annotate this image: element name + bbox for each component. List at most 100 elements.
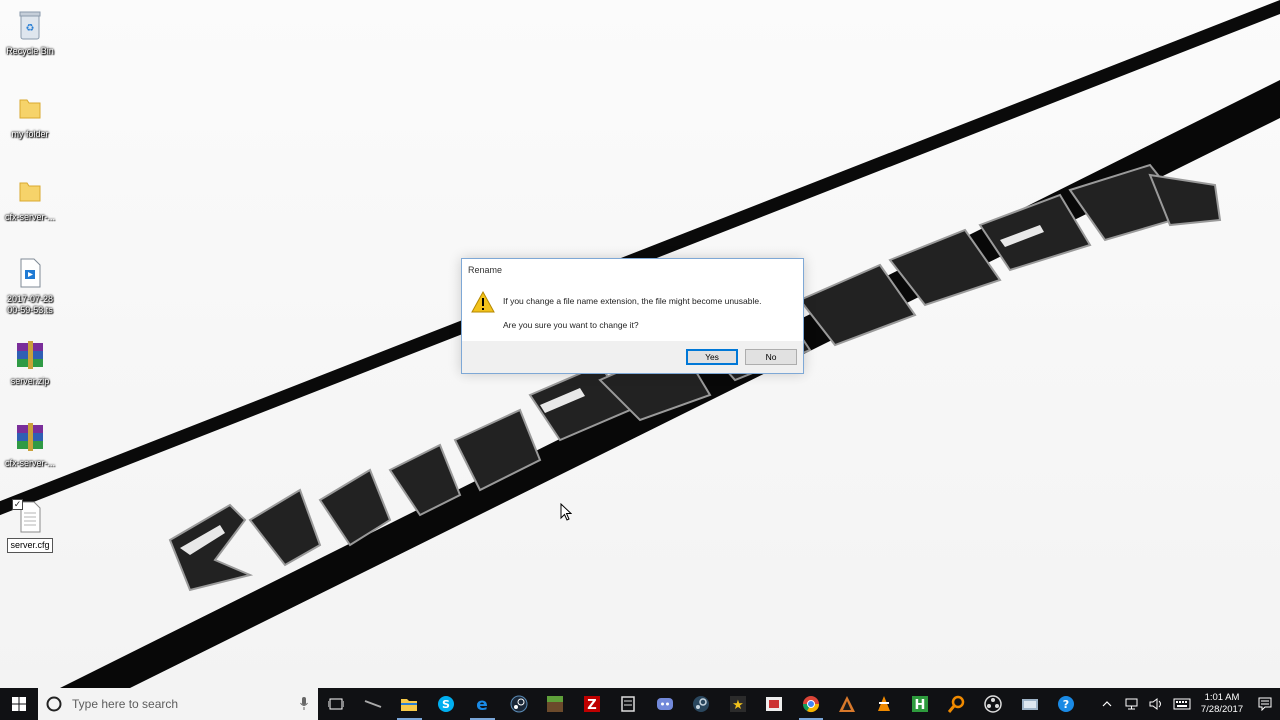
taskbar-app-window[interactable] xyxy=(610,688,647,720)
desktop-icon-video-file[interactable]: 2017-07-28 00-59-53.ts xyxy=(2,256,58,316)
taskbar-app-discord[interactable] xyxy=(647,688,684,720)
winrar-archive-icon xyxy=(14,338,46,372)
selection-checkbox[interactable]: ✓ xyxy=(12,499,23,510)
taskbar-app-file-explorer[interactable] xyxy=(391,688,428,720)
taskbar-app-steam-client[interactable] xyxy=(501,688,538,720)
help-icon: ? xyxy=(1058,696,1075,712)
folder-icon xyxy=(14,174,46,208)
taskbar-app-minecraft[interactable] xyxy=(537,688,574,720)
ascension-icon xyxy=(839,696,856,712)
network-icon xyxy=(1125,698,1137,710)
skype-icon: S xyxy=(437,696,454,712)
taskbar-app-edge[interactable]: e xyxy=(464,688,501,720)
cortana-icon xyxy=(46,696,62,712)
desktop-icon-label: my folder xyxy=(11,129,49,139)
dialog-footer: Yes No xyxy=(462,341,803,373)
microphone-icon[interactable] xyxy=(300,697,308,711)
filezilla-icon: Z xyxy=(583,696,600,713)
dialog-message: If you change a file name extension, the… xyxy=(503,296,762,306)
taskbar-app-vlc[interactable] xyxy=(866,688,903,720)
network-tray-button[interactable] xyxy=(1119,688,1144,720)
taskbar-app-filezilla[interactable]: Z xyxy=(574,688,611,720)
chrome-icon xyxy=(802,696,819,713)
svg-text:S: S xyxy=(442,698,450,711)
taskbar-app-help[interactable]: ? xyxy=(1048,688,1085,720)
chevron-up-icon xyxy=(1102,701,1111,707)
dialog-title: Rename xyxy=(468,265,503,275)
taskbar-app-network-folder[interactable] xyxy=(1012,688,1049,720)
steam-client-icon xyxy=(510,695,528,713)
svg-text:Z: Z xyxy=(587,698,596,713)
desktop-icon-label: cfx-server-... xyxy=(4,458,55,468)
start-button[interactable] xyxy=(0,688,38,720)
rename-dialog: Rename If you change a file name extensi… xyxy=(461,258,804,374)
notification-icon xyxy=(1258,697,1272,711)
app-window-icon xyxy=(621,696,635,712)
mouse-cursor-icon xyxy=(560,502,573,526)
warning-icon xyxy=(471,290,495,314)
windows-logo-icon xyxy=(12,697,26,711)
desktop-icon-label[interactable]: server.cfg xyxy=(7,538,53,553)
taskbar-search-box[interactable]: Type here to search xyxy=(38,688,318,720)
desktop-icon-server-zip[interactable]: server.zip xyxy=(2,338,58,387)
desktop-icon-server-cfg[interactable]: ✓ server.cfg xyxy=(2,499,58,553)
keyboard-icon xyxy=(1173,698,1190,710)
star-app-icon: ★ xyxy=(729,696,746,713)
game-app-icon xyxy=(766,697,783,711)
taskbar-app-search[interactable] xyxy=(939,688,976,720)
desktop-icon-cfx-server-folder[interactable]: cfx-server-... xyxy=(2,174,58,223)
vlc-icon xyxy=(877,696,890,711)
clock-time: 1:01 AM xyxy=(1204,692,1240,703)
desktop-icon-cfx-server-archive[interactable]: cfx-server-... xyxy=(2,420,58,469)
speaker-icon xyxy=(1149,698,1161,710)
taskbar-app-pen[interactable] xyxy=(355,688,392,720)
clock-date: 7/28/2017 xyxy=(1200,704,1244,715)
desktop-icon-label: Recycle Bin xyxy=(6,46,54,56)
system-tray: 1:01 AM 7/28/2017 xyxy=(1094,688,1280,720)
taskbar-app-game[interactable] xyxy=(756,688,793,720)
taskbar-clock[interactable]: 1:01 AM 7/28/2017 xyxy=(1194,692,1250,716)
taskbar-app-steam[interactable] xyxy=(683,688,720,720)
dialog-question: Are you sure you want to change it? xyxy=(503,320,639,330)
svg-text:?: ? xyxy=(1063,698,1069,711)
steam-icon xyxy=(693,696,710,712)
desktop-icon-label: server.zip xyxy=(10,376,50,386)
taskbar-app-obs[interactable] xyxy=(975,688,1012,720)
desktop-icon-recycle-bin[interactable]: ♻ Recycle Bin xyxy=(2,8,58,57)
taskbar-app-hamachi[interactable]: H xyxy=(902,688,939,720)
taskbar-app-chrome[interactable] xyxy=(793,688,830,720)
svg-text:★: ★ xyxy=(732,698,744,713)
action-center-button[interactable] xyxy=(1250,688,1280,720)
taskbar-app-ascension[interactable] xyxy=(829,688,866,720)
keyboard-tray-button[interactable] xyxy=(1169,688,1194,720)
video-file-icon xyxy=(14,256,46,290)
taskbar: Type here to search S e Z ★ H ? 1:01 AM … xyxy=(0,688,1280,720)
minecraft-icon xyxy=(547,696,564,712)
svg-text:♻: ♻ xyxy=(26,23,35,34)
taskbar-app-star[interactable]: ★ xyxy=(720,688,757,720)
svg-text:H: H xyxy=(915,698,926,713)
task-view-button[interactable] xyxy=(318,688,355,720)
show-hidden-icons-button[interactable] xyxy=(1094,688,1119,720)
obs-icon xyxy=(984,695,1002,713)
desktop-icon-label: 2017-07-28 00-59-53.ts xyxy=(6,294,54,315)
desktop-icon-label: cfx-server-... xyxy=(4,212,55,222)
yes-button[interactable]: Yes xyxy=(686,349,738,365)
magnifier-app-icon xyxy=(947,695,964,713)
hamachi-icon: H xyxy=(912,696,929,713)
svg-text:e: e xyxy=(476,695,488,713)
volume-tray-button[interactable] xyxy=(1144,688,1169,720)
taskbar-app-skype[interactable]: S xyxy=(428,688,465,720)
network-folder-icon xyxy=(1021,699,1038,710)
task-view-icon xyxy=(328,698,345,710)
recycle-bin-icon: ♻ xyxy=(14,8,46,42)
desktop-icon-my-folder[interactable]: my folder xyxy=(2,91,58,140)
pen-icon xyxy=(364,700,382,708)
edge-icon: e xyxy=(476,695,488,713)
no-button[interactable]: No xyxy=(745,349,797,365)
search-placeholder: Type here to search xyxy=(72,697,179,711)
file-explorer-icon xyxy=(401,699,418,711)
discord-icon xyxy=(656,698,673,710)
folder-icon xyxy=(14,91,46,125)
winrar-archive-icon xyxy=(14,420,46,454)
